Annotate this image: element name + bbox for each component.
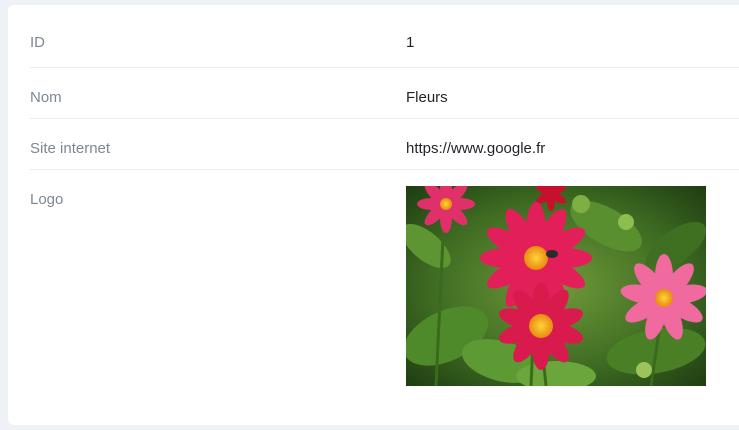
logo-label: Logo — [30, 191, 64, 208]
detail-row-site-internet: Site internet https://www.google.fr — [30, 119, 739, 170]
logo-image — [406, 186, 706, 386]
detail-row-logo: Logo — [30, 170, 739, 430]
detail-row-id: ID 1 — [30, 5, 739, 68]
id-label: ID — [30, 34, 45, 51]
nom-value: Fleurs — [406, 89, 448, 106]
detail-card: ID 1 Nom Fleurs Site internet https://ww… — [8, 5, 739, 425]
site-internet-label: Site internet — [30, 140, 111, 157]
detail-row-nom: Nom Fleurs — [30, 68, 739, 119]
id-value: 1 — [406, 34, 415, 51]
site-internet-value: https://www.google.fr — [406, 140, 546, 157]
nom-label: Nom — [30, 89, 62, 106]
